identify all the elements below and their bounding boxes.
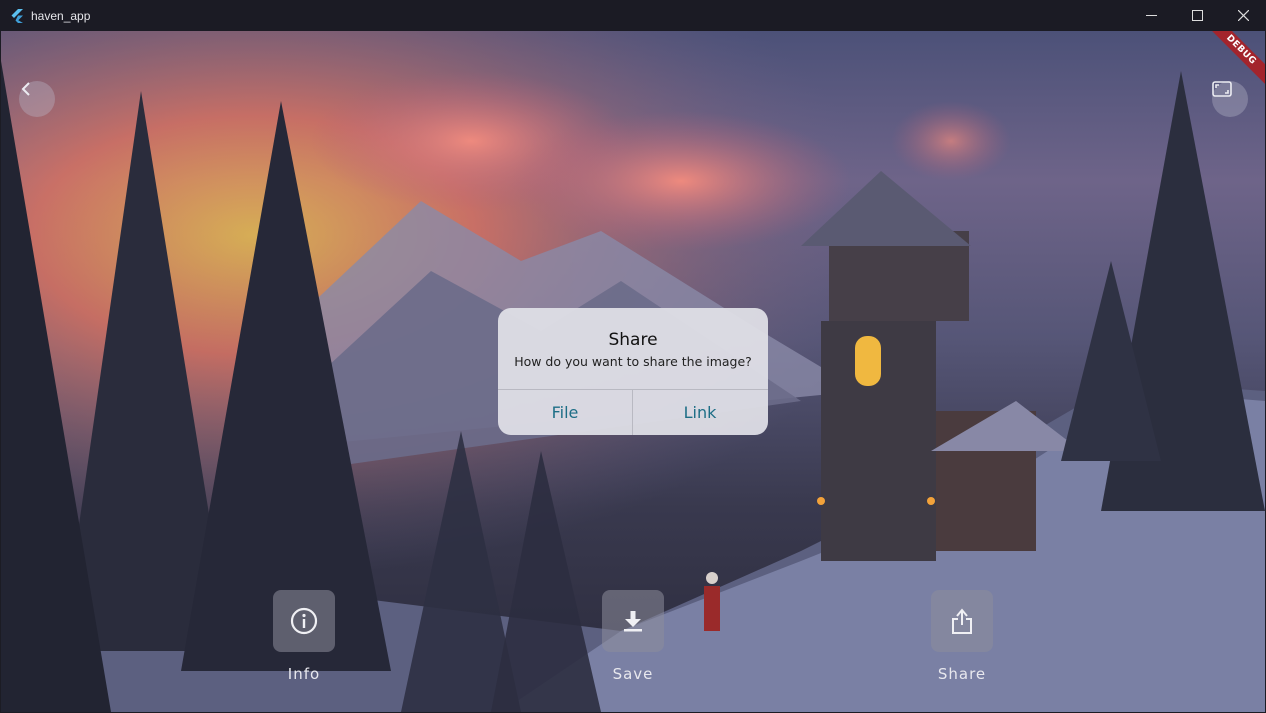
save-button[interactable]: [602, 590, 664, 652]
fullscreen-icon: [1212, 81, 1232, 97]
share-link-button[interactable]: Link: [633, 390, 767, 435]
maximize-icon: [1191, 10, 1203, 21]
flutter-logo-icon: [11, 8, 23, 23]
minimize-button[interactable]: [1128, 0, 1174, 31]
fullscreen-button[interactable]: [1212, 81, 1248, 117]
back-button[interactable]: [19, 81, 55, 117]
share-file-button[interactable]: File: [498, 390, 632, 435]
info-button[interactable]: [273, 590, 335, 652]
save-action[interactable]: Save: [602, 590, 664, 685]
info-action[interactable]: Info: [273, 590, 335, 685]
share-label: Share: [937, 665, 987, 683]
close-icon: [1237, 10, 1249, 21]
share-icon: [952, 608, 972, 634]
dialog-title: Share: [608, 330, 658, 350]
info-label: Info: [287, 665, 321, 683]
dialog-message: How do you want to share the image?: [514, 354, 752, 369]
info-icon: [290, 607, 318, 635]
title-bar: haven_app: [0, 0, 1266, 31]
share-dialog: Share How do you want to share the image…: [498, 308, 768, 435]
close-button[interactable]: [1220, 0, 1266, 31]
chevron-left-icon: [21, 82, 30, 96]
window-title: haven_app: [31, 8, 91, 23]
minimize-icon: [1145, 15, 1157, 16]
share-button[interactable]: [931, 590, 993, 652]
save-label: Save: [612, 665, 654, 683]
maximize-button[interactable]: [1174, 0, 1220, 31]
download-icon: [624, 611, 642, 632]
share-action[interactable]: Share: [931, 590, 993, 685]
